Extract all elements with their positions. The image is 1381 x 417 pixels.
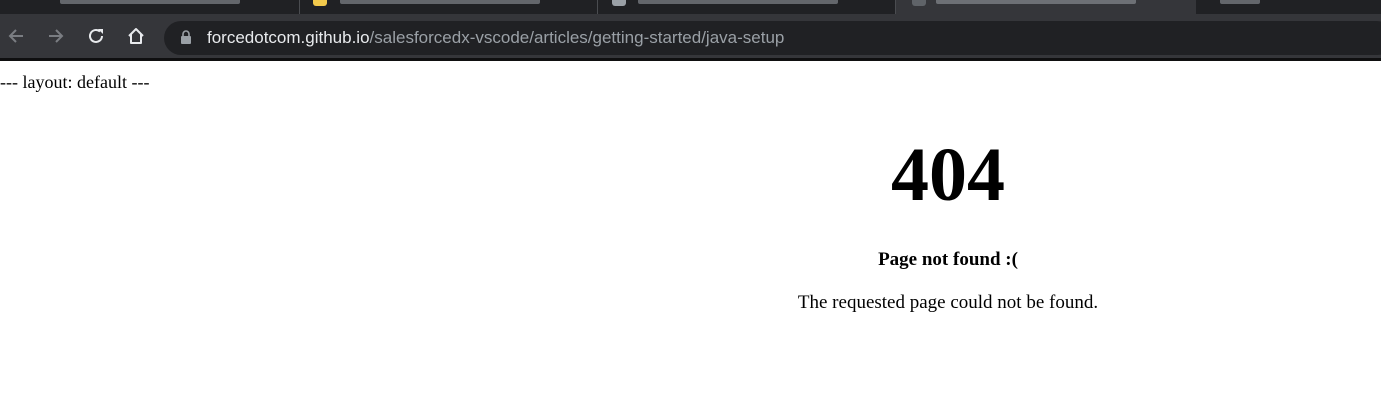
tab-active[interactable] — [896, 0, 1196, 14]
reload-button[interactable] — [83, 23, 109, 49]
tab-favicon — [313, 0, 327, 6]
tab-favicon — [912, 0, 926, 6]
address-bar[interactable]: forcedotcom.github.io/salesforcedx-vscod… — [164, 21, 1381, 55]
tab-title-stub — [1220, 0, 1260, 4]
tab-3[interactable] — [598, 0, 896, 14]
page-content: --- layout: default --- 404 Page not fou… — [0, 61, 1381, 417]
tab-1[interactable] — [0, 0, 300, 14]
error-headline: Page not found :( — [878, 249, 1018, 270]
reload-icon — [89, 28, 103, 43]
arrow-left-icon — [8, 29, 23, 43]
url-host: forcedotcom.github.io — [207, 28, 370, 47]
url-path: /salesforcedx-vscode/articles/getting-st… — [369, 28, 785, 47]
toolbar: forcedotcom.github.io/salesforcedx-vscod… — [0, 14, 1381, 61]
tab-strip — [0, 0, 1381, 14]
back-button[interactable] — [3, 23, 29, 49]
arrow-right-icon — [49, 29, 64, 43]
error-code: 404 — [891, 133, 1005, 217]
error-message: The requested page could not be found. — [797, 292, 1099, 313]
forward-button[interactable] — [43, 23, 69, 49]
tab-title-stub — [936, 0, 1136, 4]
home-button[interactable] — [123, 23, 149, 49]
browser-chrome: forcedotcom.github.io/salesforcedx-vscod… — [0, 0, 1381, 61]
tab-5[interactable] — [1196, 0, 1381, 14]
front-matter-text: --- layout: default --- — [0, 72, 150, 92]
home-icon — [128, 28, 144, 44]
tab-title-stub — [340, 0, 540, 4]
tab-title-stub — [60, 0, 240, 4]
tab-2[interactable] — [300, 0, 598, 14]
tab-favicon — [612, 0, 626, 6]
lock-icon[interactable] — [180, 30, 192, 45]
error-container: 404 Page not found :( The requested page… — [718, 131, 1178, 314]
tab-title-stub — [638, 0, 838, 4]
url-text[interactable]: forcedotcom.github.io/salesforcedx-vscod… — [207, 21, 784, 55]
